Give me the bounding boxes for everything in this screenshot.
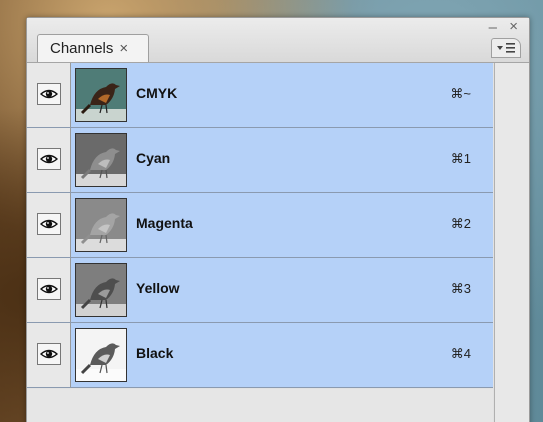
visibility-toggle[interactable] [37,83,61,105]
channel-shortcut: ⌘2 [450,216,471,231]
channel-row-cyan[interactable]: Cyan ⌘1 [27,128,493,193]
visibility-cell [27,258,71,322]
eye-icon [40,154,58,164]
close-icon[interactable]: × [509,19,518,34]
channel-row-magenta[interactable]: Magenta ⌘2 [27,193,493,258]
channel-name: CMYK [136,85,178,101]
tab-channels-label: Channels [50,40,114,57]
visibility-cell [27,193,71,257]
eye-icon [40,284,58,294]
channel-thumbnail [75,133,127,187]
channel-name: Black [136,345,174,361]
channel-thumbnail [75,68,127,122]
channel-thumbnail [75,198,127,252]
minimize-icon[interactable]: – [489,20,497,35]
channel-name: Yellow [136,280,180,296]
panel-menu-button[interactable] [491,38,521,58]
channel-shortcut: ⌘3 [450,281,471,296]
panel-titlebar: Channels × – × [27,18,529,63]
visibility-toggle[interactable] [37,148,61,170]
channel-thumbnail [75,328,127,382]
visibility-cell [27,63,71,127]
eye-icon [40,89,58,99]
visibility-toggle[interactable] [37,213,61,235]
channel-shortcut: ⌘1 [450,151,471,166]
visibility-toggle[interactable] [37,278,61,300]
channel-row-cmyk[interactable]: CMYK ⌘~ [27,63,493,128]
tab-close-icon[interactable]: × [119,41,128,56]
visibility-cell [27,323,71,387]
channel-shortcut: ⌘4 [450,346,471,361]
channels-panel: Channels × – × CMYK ⌘~ Cyan ⌘1 Magenta ⌘… [26,17,530,422]
channel-name: Cyan [136,150,171,166]
channel-content[interactable]: Black ⌘4 [71,323,493,387]
channel-content[interactable]: Cyan ⌘1 [71,128,493,192]
panel-footer [27,389,493,422]
visibility-cell [27,128,71,192]
channel-row-black[interactable]: Black ⌘4 [27,323,493,388]
eye-icon [40,349,58,359]
channel-thumbnail [75,263,127,317]
visibility-toggle[interactable] [37,343,61,365]
channel-row-yellow[interactable]: Yellow ⌘3 [27,258,493,323]
channel-content[interactable]: CMYK ⌘~ [71,63,493,127]
channel-content[interactable]: Yellow ⌘3 [71,258,493,322]
channel-shortcut: ⌘~ [450,86,471,101]
scrollbar[interactable] [494,63,529,422]
tab-channels[interactable]: Channels × [37,34,149,62]
channel-name: Magenta [136,215,193,231]
eye-icon [40,219,58,229]
channel-list: CMYK ⌘~ Cyan ⌘1 Magenta ⌘2 Yellow ⌘3 Bla… [27,63,493,388]
panel-menu-icon [497,43,515,53]
channel-content[interactable]: Magenta ⌘2 [71,193,493,257]
